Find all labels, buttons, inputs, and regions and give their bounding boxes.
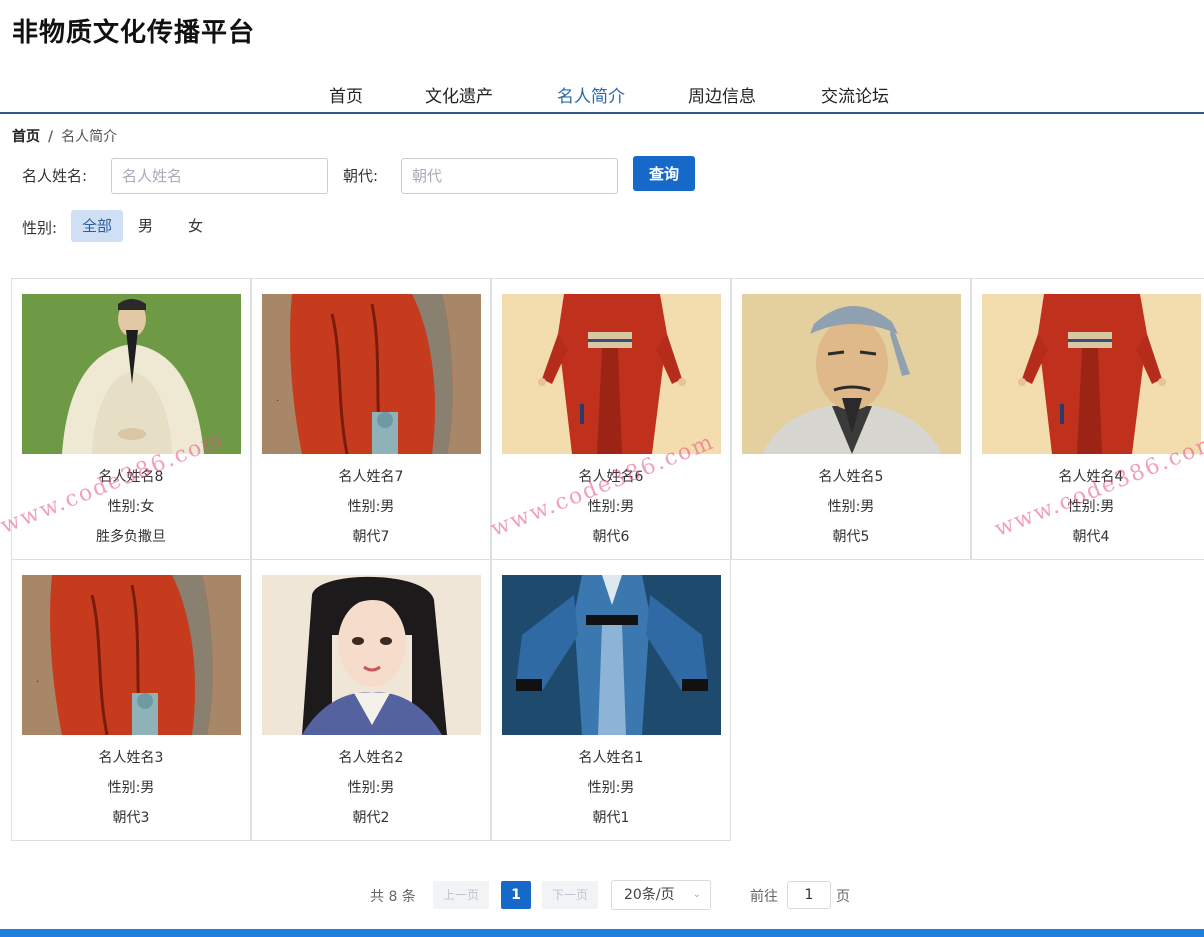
page-number-current[interactable]: 1 <box>501 881 531 909</box>
page-suffix: 页 <box>836 889 850 905</box>
nav-item-home[interactable]: 首页 <box>329 82 363 107</box>
celebrity-dynasty: 朝代7 <box>352 529 390 545</box>
celebrity-portrait[interactable] <box>742 294 961 454</box>
celebrity-dynasty: 朝代2 <box>352 810 390 826</box>
celebrity-portrait[interactable] <box>502 294 721 454</box>
gender-filter: 性别: 全部 男 女 <box>0 210 400 242</box>
breadcrumb: 首页 / 名人简介 <box>12 126 117 146</box>
nav-item-nearby[interactable]: 周边信息 <box>688 82 756 107</box>
celebrity-portrait[interactable] <box>502 575 721 735</box>
celebrity-gender: 性别:男 <box>827 499 875 515</box>
celebrity-portrait[interactable] <box>982 294 1201 454</box>
celebrity-portrait[interactable] <box>262 575 481 735</box>
celebrity-card[interactable]: 名人姓名2 性别:男朝代2 <box>251 559 491 841</box>
celebrity-gender: 性别:男 <box>107 780 155 796</box>
celebrity-name: 名人姓名5 <box>818 469 884 485</box>
celebrity-card[interactable]: 名人姓名6 性别:男朝代6 <box>491 278 731 560</box>
celebrity-name: 名人姓名4 <box>1058 469 1124 485</box>
celebrity-card[interactable]: · 名人姓名3 性别:男朝代3 <box>11 559 251 841</box>
celebrity-gender: 性别:男 <box>1067 499 1115 515</box>
breadcrumb-home[interactable]: 首页 <box>12 129 40 145</box>
nav-item-celebrities[interactable]: 名人简介 <box>557 82 625 107</box>
celebrity-dynasty: 朝代6 <box>592 529 630 545</box>
gender-label: 性别: <box>22 219 58 237</box>
nav-item-forum[interactable]: 交流论坛 <box>821 82 889 107</box>
celebrity-gender: 性别:男 <box>347 780 395 796</box>
gender-option-male[interactable]: 男 <box>127 210 164 242</box>
celebrity-card[interactable]: 名人姓名1 性别:男朝代1 <box>491 559 731 841</box>
celebrity-dynasty: 朝代5 <box>832 529 870 545</box>
goto-page-input[interactable] <box>787 881 831 909</box>
celebrity-name: 名人姓名7 <box>338 469 404 485</box>
next-page-button[interactable]: 下一页 <box>542 881 599 909</box>
celebrity-name: 名人姓名3 <box>98 750 164 766</box>
goto-label: 前往 <box>750 889 778 905</box>
celebrity-dynasty: 朝代1 <box>592 810 630 826</box>
name-input[interactable] <box>111 158 328 194</box>
query-button[interactable]: 查询 <box>633 156 695 191</box>
celebrity-portrait[interactable]: · <box>262 294 481 454</box>
celebrity-card[interactable]: 名人姓名8 性别:女胜多负撒旦 <box>11 278 251 560</box>
name-label: 名人姓名: <box>22 167 88 185</box>
celebrity-dynasty: 朝代3 <box>112 810 150 826</box>
celebrity-name: 名人姓名8 <box>98 469 164 485</box>
celebrity-card[interactable]: 名人姓名5 性别:男朝代5 <box>731 278 971 560</box>
celebrity-name: 名人姓名6 <box>578 469 644 485</box>
dynasty-input[interactable] <box>401 158 618 194</box>
svg-text:·: · <box>36 677 39 688</box>
gender-option-all[interactable]: 全部 <box>71 210 124 242</box>
gender-option-female[interactable]: 女 <box>177 210 214 242</box>
celebrity-gender: 性别:女 <box>107 499 155 515</box>
celebrity-dynasty: 胜多负撒旦 <box>96 529 166 545</box>
celebrity-portrait[interactable] <box>22 294 241 454</box>
breadcrumb-separator: / <box>48 129 54 145</box>
site-title: 非物质文化传播平台 <box>12 18 256 48</box>
celebrity-name: 名人姓名2 <box>338 750 404 766</box>
celebrity-gender: 性别:男 <box>347 499 395 515</box>
footer-bar <box>0 929 1204 937</box>
celebrity-name: 名人姓名1 <box>578 750 644 766</box>
pagination: 共 8 条 上一页 1 下一页 20条/页 ⌄ 前往 页 <box>0 880 1204 910</box>
celebrity-dynasty: 朝代4 <box>1072 529 1110 545</box>
main-nav: 首页 文化遗产 名人简介 周边信息 交流论坛 <box>0 76 1204 114</box>
celebrity-card[interactable]: · 名人姓名7 性别:男朝代7 <box>251 278 491 560</box>
pagination-total: 共 8 条 <box>370 889 416 905</box>
celebrity-card[interactable]: 名人姓名4 性别:男朝代4 <box>971 278 1204 560</box>
celebrity-portrait[interactable]: · <box>22 575 241 735</box>
breadcrumb-current: 名人简介 <box>61 129 118 145</box>
search-form: 名人姓名: 朝代: 查询 <box>0 156 1204 196</box>
page-size-select[interactable]: 20条/页 ⌄ <box>611 880 711 910</box>
page-size-value: 20条/页 <box>624 887 675 903</box>
dynasty-label: 朝代: <box>343 167 379 185</box>
svg-text:·: · <box>276 396 279 407</box>
chevron-down-icon: ⌄ <box>692 889 701 900</box>
celebrity-gender: 性别:男 <box>587 499 635 515</box>
prev-page-button[interactable]: 上一页 <box>433 881 490 909</box>
celebrity-gender: 性别:男 <box>587 780 635 796</box>
nav-item-heritage[interactable]: 文化遗产 <box>425 82 493 107</box>
